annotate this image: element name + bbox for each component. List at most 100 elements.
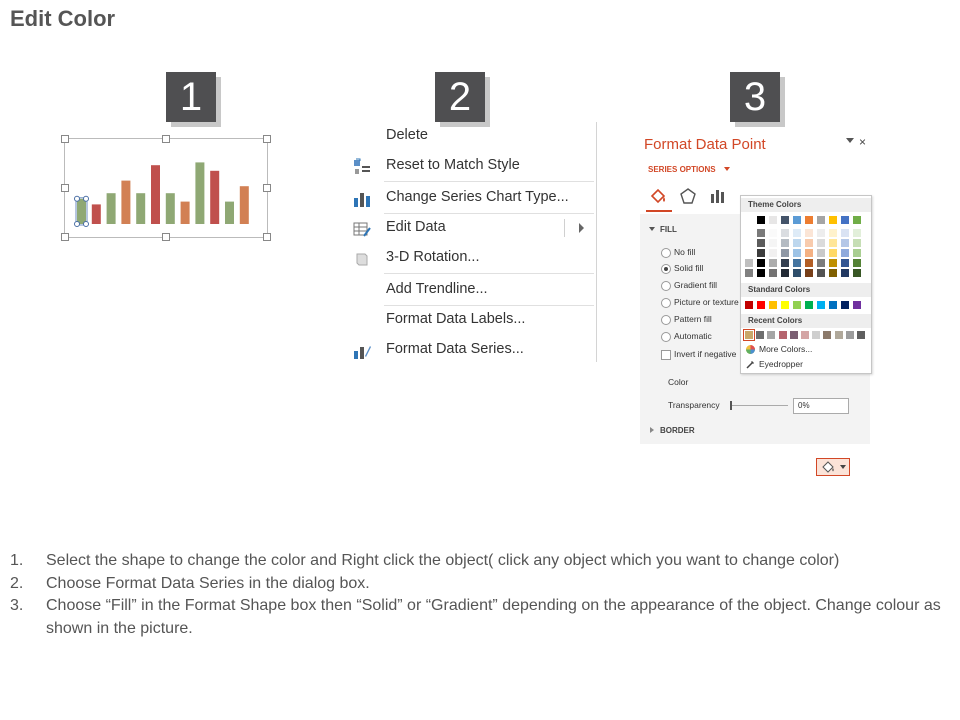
theme-shade-swatch[interactable] [853, 239, 861, 247]
theme-shade-swatch[interactable] [769, 229, 777, 237]
more-colors-link[interactable]: More Colors... [759, 344, 812, 354]
theme-shade-swatch[interactable] [745, 259, 753, 267]
series-options-tab-icon[interactable] [708, 186, 728, 206]
theme-shade-swatch[interactable] [781, 229, 789, 237]
effects-tab-icon[interactable] [678, 186, 698, 206]
selection-handle[interactable] [74, 221, 80, 227]
resize-handle[interactable] [162, 135, 170, 143]
menu-item-3d-rotation[interactable]: 3-D Rotation... [348, 244, 596, 272]
menu-item-change-chart-type[interactable]: Change Series Chart Type... [348, 184, 596, 212]
theme-shade-swatch[interactable] [817, 239, 825, 247]
submenu-arrow-icon[interactable] [579, 223, 584, 233]
transparency-slider-thumb[interactable] [730, 401, 732, 410]
resize-handle[interactable] [61, 135, 69, 143]
radio-automatic[interactable] [661, 332, 671, 342]
thumbnail-bar[interactable] [77, 198, 86, 224]
chevron-down-icon[interactable] [724, 167, 730, 171]
theme-shade-swatch[interactable] [829, 259, 837, 267]
theme-shade-swatch[interactable] [769, 269, 777, 277]
eyedropper-link[interactable]: Eyedropper [759, 359, 803, 369]
theme-shade-swatch[interactable] [745, 239, 753, 247]
radio-picture-texture[interactable] [661, 298, 671, 308]
standard-color-swatch[interactable] [805, 301, 813, 309]
menu-item-format-data-series[interactable]: Format Data Series... [348, 336, 596, 364]
recent-color-swatch[interactable] [823, 331, 832, 339]
radio-pattern-fill[interactable] [661, 315, 671, 325]
selection-handle[interactable] [83, 221, 89, 227]
chart-thumbnail[interactable] [61, 135, 271, 241]
resize-handle[interactable] [61, 233, 69, 241]
thumbnail-bar[interactable] [239, 186, 249, 224]
thumbnail-bar[interactable] [121, 180, 131, 224]
theme-shade-swatch[interactable] [781, 249, 789, 257]
theme-shade-swatch[interactable] [853, 249, 861, 257]
thumbnail-bar[interactable] [91, 204, 101, 224]
theme-shade-swatch[interactable] [817, 269, 825, 277]
recent-color-swatch[interactable] [845, 331, 854, 339]
recent-color-swatch[interactable] [812, 331, 821, 339]
theme-shade-swatch[interactable] [805, 249, 813, 257]
theme-shade-swatch[interactable] [757, 239, 765, 247]
radio-gradient-fill[interactable] [661, 281, 671, 291]
recent-color-swatch[interactable] [857, 331, 865, 339]
theme-shade-swatch[interactable] [841, 249, 849, 257]
theme-shade-swatch[interactable] [793, 269, 801, 277]
resize-handle[interactable] [263, 233, 271, 241]
theme-shade-swatch[interactable] [829, 239, 837, 247]
standard-color-swatch[interactable] [853, 301, 861, 309]
thumbnail-bar[interactable] [136, 193, 146, 224]
theme-shade-swatch[interactable] [817, 249, 825, 257]
recent-color-swatch[interactable] [834, 331, 843, 339]
transparency-spinner[interactable]: 0% [793, 398, 849, 414]
theme-color-swatch[interactable] [793, 216, 801, 224]
standard-color-swatch[interactable] [817, 301, 825, 309]
theme-shade-swatch[interactable] [805, 229, 813, 237]
thumbnail-bar[interactable] [225, 201, 234, 224]
collapse-fill-icon[interactable] [649, 227, 655, 231]
theme-shade-swatch[interactable] [769, 239, 777, 247]
transparency-slider[interactable] [730, 405, 788, 406]
standard-color-swatch[interactable] [829, 301, 837, 309]
border-section-header[interactable]: BORDER [660, 426, 695, 435]
menu-item-reset-style[interactable]: Reset to Match Style [348, 152, 596, 180]
theme-shade-swatch[interactable] [805, 239, 813, 247]
standard-color-swatch[interactable] [841, 301, 849, 309]
theme-shade-swatch[interactable] [757, 229, 765, 237]
invert-if-negative-checkbox[interactable] [661, 350, 671, 360]
transparency-value[interactable]: 0% [798, 401, 810, 410]
theme-shade-swatch[interactable] [793, 249, 801, 257]
standard-color-swatch[interactable] [757, 301, 765, 309]
standard-color-swatch[interactable] [745, 301, 753, 309]
theme-shade-swatch[interactable] [841, 259, 849, 267]
theme-shade-swatch[interactable] [817, 259, 825, 267]
theme-shade-swatch[interactable] [805, 269, 813, 277]
resize-handle[interactable] [263, 184, 271, 192]
theme-shade-swatch[interactable] [757, 249, 765, 257]
theme-shade-swatch[interactable] [745, 269, 753, 277]
recent-color-swatch[interactable] [789, 331, 798, 339]
theme-color-swatch[interactable] [805, 216, 813, 224]
resize-handle[interactable] [61, 184, 69, 192]
recent-color-swatch[interactable] [801, 331, 809, 339]
thumbnail-bar[interactable] [195, 162, 205, 224]
menu-item-delete[interactable]: Delete [348, 122, 596, 150]
theme-shade-swatch[interactable] [793, 259, 801, 267]
close-icon[interactable]: × [859, 135, 866, 149]
theme-shade-swatch[interactable] [853, 259, 861, 267]
radio-no-fill[interactable] [661, 248, 671, 258]
theme-shade-swatch[interactable] [841, 229, 849, 237]
resize-handle[interactable] [162, 233, 170, 241]
theme-shade-swatch[interactable] [853, 229, 861, 237]
theme-shade-swatch[interactable] [757, 259, 765, 267]
standard-color-swatch[interactable] [769, 301, 777, 309]
menu-item-format-data-labels[interactable]: Format Data Labels... [348, 306, 596, 334]
pane-options-dropdown-icon[interactable] [846, 138, 854, 143]
expand-border-icon[interactable] [650, 427, 654, 433]
series-options-dropdown[interactable]: SERIES OPTIONS [648, 165, 716, 174]
theme-shade-swatch[interactable] [805, 259, 813, 267]
theme-color-swatch[interactable] [817, 216, 825, 224]
theme-shade-swatch[interactable] [769, 259, 777, 267]
theme-shade-swatch[interactable] [793, 239, 801, 247]
thumbnail-bar-chart[interactable] [65, 139, 267, 237]
fill-line-tab-icon[interactable] [648, 186, 668, 206]
